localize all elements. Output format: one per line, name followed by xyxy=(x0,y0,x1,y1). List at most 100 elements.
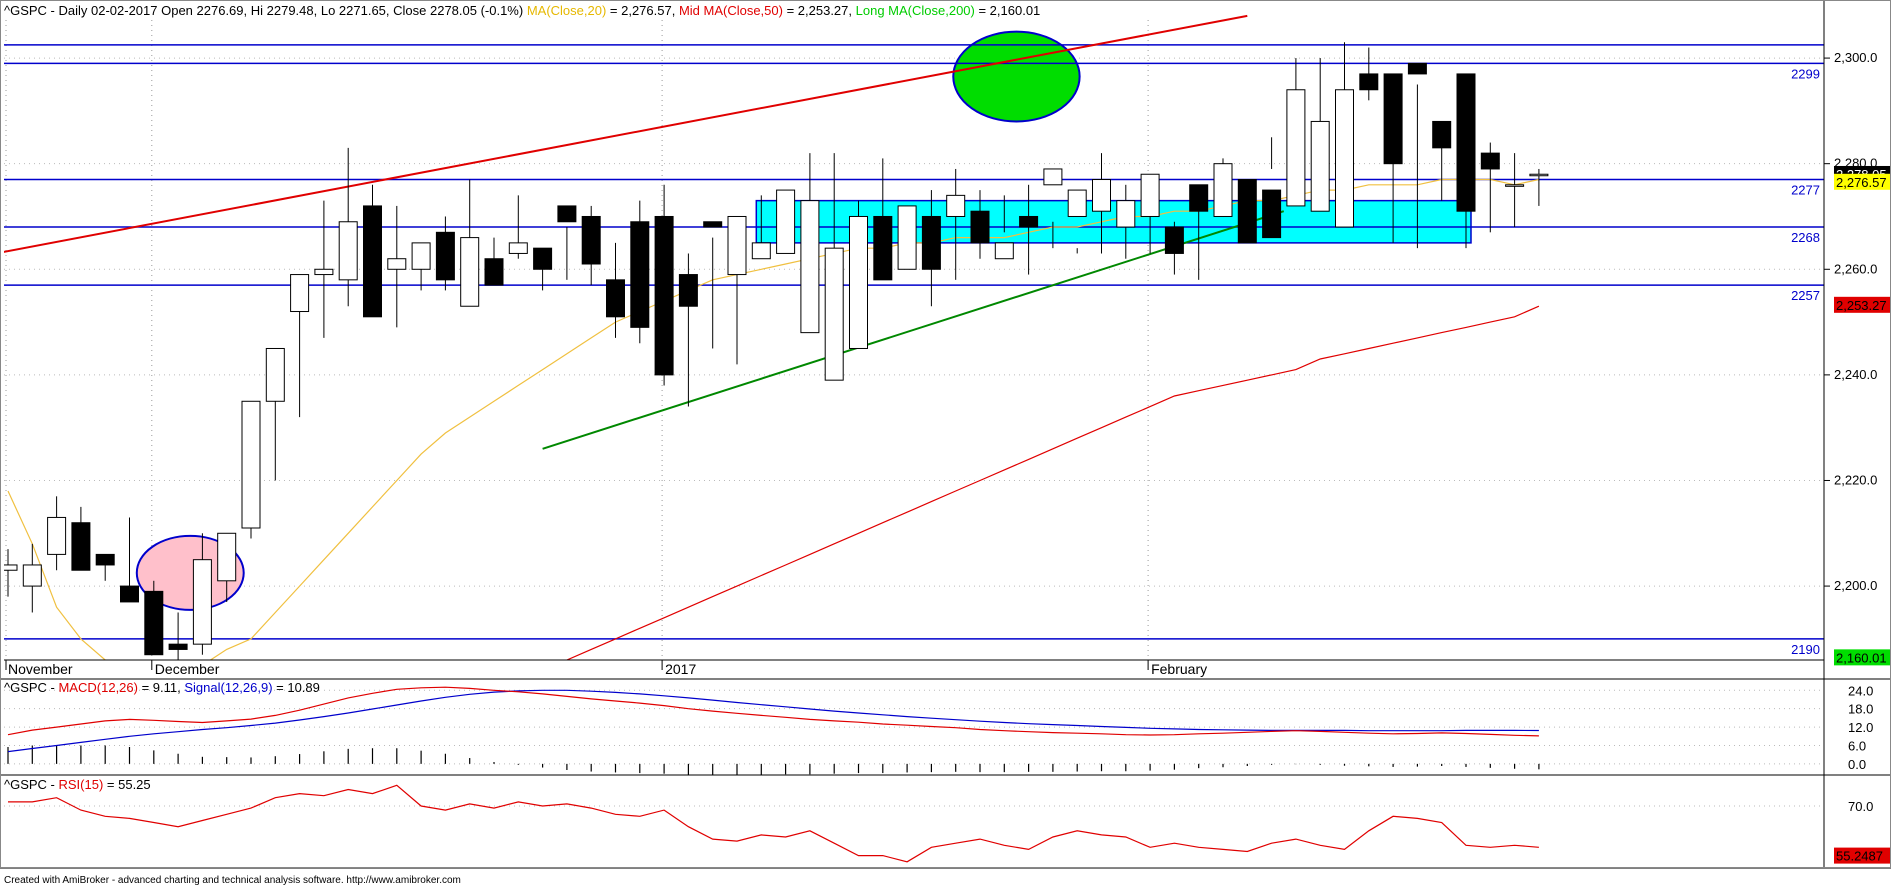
footer-credit: Created with AmiBroker - advanced charti… xyxy=(4,875,461,886)
candle-body xyxy=(994,242,1014,260)
price-header-part-1: MA(Close,20) xyxy=(527,3,606,18)
candle-body xyxy=(1505,184,1525,187)
candle-body xyxy=(217,532,237,582)
last-value-label: 2,276.57 xyxy=(1836,175,1887,190)
price-tick-label: 2,200.0 xyxy=(1834,578,1877,593)
candle xyxy=(897,205,917,270)
candle-body xyxy=(22,564,42,587)
candle xyxy=(1213,158,1233,217)
candle-body xyxy=(241,400,261,529)
candle-body xyxy=(897,205,917,270)
candle-body xyxy=(727,215,747,276)
macd-header-part-4: = 10.89 xyxy=(273,680,320,695)
candle-body xyxy=(265,347,285,402)
candle xyxy=(630,200,650,344)
candle-body xyxy=(581,215,601,265)
candle-body xyxy=(1262,189,1282,239)
price-header-part-3: Mid MA(Close,50) xyxy=(679,3,783,18)
candle-body xyxy=(290,274,310,313)
candle-body xyxy=(1335,89,1354,228)
candle-body xyxy=(1189,184,1209,212)
candle-body xyxy=(71,522,91,571)
price-tick-label: 2,220.0 xyxy=(1834,472,1877,487)
candle-body xyxy=(1407,62,1427,75)
candle-body xyxy=(654,215,674,376)
candle-body xyxy=(508,242,528,254)
candle-body xyxy=(921,215,941,270)
price-header: ^GSPC - Daily 02-02-2017 Open 2276.69, H… xyxy=(4,3,1040,18)
price-header-part-5: Long MA(Close,200) xyxy=(856,3,975,18)
macd-header-part-1: MACD(12,26) xyxy=(59,680,138,695)
candle-body xyxy=(1213,163,1233,217)
candle xyxy=(1237,179,1257,244)
candle xyxy=(144,580,164,656)
x-tick-label: 2017 xyxy=(665,661,696,677)
macd-header-part-2: = 9.11, xyxy=(138,680,184,695)
price-header-part-0: ^GSPC - Daily 02-02-2017 Open 2276.69, H… xyxy=(4,3,527,18)
macd-tick-label: 18.0 xyxy=(1848,702,1873,717)
rsi-header-part-1: RSI(15) xyxy=(59,777,104,792)
candle-body xyxy=(703,221,723,228)
level-label: 2299 xyxy=(1791,66,1820,81)
candle-body xyxy=(1480,152,1500,170)
candle-body xyxy=(1067,189,1087,217)
candle-body xyxy=(338,221,358,281)
price-header-part-2: = 2,276.57, xyxy=(606,3,679,18)
candle-body xyxy=(484,258,504,286)
candle-body xyxy=(460,237,480,307)
last-value-label: 2,253.27 xyxy=(1836,298,1887,313)
candle-body xyxy=(849,215,868,349)
candle-body xyxy=(1019,215,1039,228)
rsi-tick-label: 70.0 xyxy=(1848,799,1873,814)
candle-body xyxy=(824,247,844,381)
level-label: 2190 xyxy=(1791,642,1820,657)
candle-body xyxy=(630,221,650,328)
rsi-header-part-2: = 55.25 xyxy=(103,777,150,792)
price-header-part-4: = 2,253.27, xyxy=(783,3,856,18)
candle-body xyxy=(95,553,115,566)
candle-body xyxy=(1043,168,1063,186)
price-header-part-6: = 2,160.01 xyxy=(975,3,1040,18)
candle-body xyxy=(1432,120,1452,149)
candle-body xyxy=(435,231,455,281)
rsi-header: ^GSPC - RSI(15) = 55.25 xyxy=(4,777,151,792)
price-tick-label: 2,300.0 xyxy=(1834,50,1877,65)
candle-body xyxy=(800,200,820,334)
candle-body xyxy=(606,279,625,318)
candle-body xyxy=(1310,120,1330,212)
candle-body xyxy=(314,268,334,276)
candle-body xyxy=(776,189,796,254)
candle-body xyxy=(1140,173,1160,217)
candle-body xyxy=(363,205,382,318)
candle xyxy=(776,189,796,254)
macd-tick-label: 24.0 xyxy=(1848,683,1873,698)
candle-body xyxy=(144,590,164,656)
x-tick-label: February xyxy=(1151,661,1207,677)
candle-body xyxy=(1286,89,1306,207)
candle-body xyxy=(533,247,553,270)
macd-header: ^GSPC - MACD(12,26) = 9.11, Signal(12,26… xyxy=(4,680,320,695)
candle-body xyxy=(1359,73,1379,91)
rsi-last-label: 55.2487 xyxy=(1836,849,1883,864)
candle-body xyxy=(751,242,771,260)
candle-body xyxy=(168,643,188,650)
level-label: 2268 xyxy=(1791,230,1820,245)
candle-body xyxy=(970,210,990,244)
x-tick-label: November xyxy=(8,661,73,677)
macd-header-part-0: ^GSPC - xyxy=(4,680,59,695)
candle-body xyxy=(1383,73,1403,165)
price-tick-label: 2,260.0 xyxy=(1834,261,1877,276)
level-label: 2257 xyxy=(1791,288,1820,303)
last-value-label: 2,160.01 xyxy=(1836,650,1887,665)
candle xyxy=(241,400,261,539)
candle-body xyxy=(1456,73,1476,212)
macd-tick-label: 0.0 xyxy=(1848,757,1866,772)
chart-svg: 2,200.02,220.02,240.02,260.02,280.02,300… xyxy=(0,0,1891,888)
candle-body xyxy=(192,559,212,645)
price-tick-label: 2,240.0 xyxy=(1834,367,1877,382)
x-tick-label: December xyxy=(155,661,220,677)
candle-body xyxy=(387,258,407,270)
candle xyxy=(849,200,868,349)
macd-tick-label: 12.0 xyxy=(1848,720,1873,735)
candle-body xyxy=(557,205,577,223)
